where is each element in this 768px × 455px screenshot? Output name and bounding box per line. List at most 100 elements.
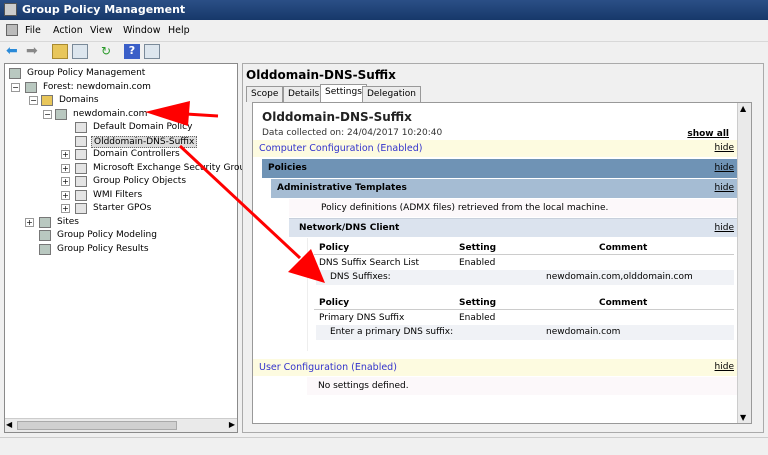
tree-item-label: Default Domain Policy bbox=[93, 122, 193, 132]
hide-link[interactable]: hide bbox=[715, 163, 734, 173]
tree-node-icon bbox=[75, 122, 87, 133]
user-config-bar: User Configuration (Enabled) hide bbox=[253, 359, 738, 376]
tree-node-icon bbox=[75, 203, 87, 214]
policy-name: DNS Suffix Search List bbox=[319, 258, 420, 268]
tree-item-label: WMI Filters bbox=[93, 189, 143, 200]
help-icon[interactable]: ? bbox=[124, 44, 140, 59]
horizontal-scrollbar[interactable]: ◀ ▶ bbox=[5, 418, 237, 432]
expand-icon[interactable]: + bbox=[61, 177, 70, 186]
col-policy: Policy bbox=[319, 243, 350, 253]
menu-action[interactable]: Action bbox=[53, 25, 83, 36]
network-dns-bar: Network/DNS Client hide bbox=[289, 218, 738, 237]
tree-node-icon bbox=[9, 68, 21, 79]
back-icon[interactable]: ⬅ bbox=[6, 44, 22, 59]
scroll-left-icon[interactable]: ◀ bbox=[6, 420, 12, 429]
scroll-down-icon[interactable]: ▼ bbox=[740, 413, 746, 422]
settings-report: Olddomain-DNS-Suffix Data collected on: … bbox=[252, 102, 752, 424]
tree-item[interactable]: − Domains bbox=[5, 94, 237, 107]
tree-item[interactable]: + Sites bbox=[5, 216, 237, 229]
toolbar: ⬅ ➡ ↻ ? bbox=[0, 42, 768, 62]
policy-defs-row: Policy definitions (ADMX files) retrieve… bbox=[289, 199, 738, 217]
policy-setting: Enabled bbox=[459, 258, 496, 268]
subrow-value: newdomain.com bbox=[546, 327, 621, 337]
show-hide-tree-icon[interactable] bbox=[72, 44, 88, 59]
scroll-right-icon[interactable]: ▶ bbox=[229, 420, 235, 429]
tree-item[interactable]: + Domain Controllers bbox=[5, 148, 237, 161]
forward-icon[interactable]: ➡ bbox=[26, 44, 42, 59]
hide-link[interactable]: hide bbox=[715, 143, 734, 153]
tree-item-label: Forest: newdomain.com bbox=[43, 81, 151, 92]
policies-bar: Policies hide bbox=[262, 159, 738, 178]
expand-icon[interactable]: + bbox=[61, 190, 70, 200]
collapse-icon[interactable]: − bbox=[43, 109, 52, 119]
collapse-icon[interactable]: − bbox=[11, 82, 20, 92]
scroll-up-icon[interactable]: ▲ bbox=[740, 104, 746, 113]
subrow-label: Enter a primary DNS suffix: bbox=[330, 327, 454, 337]
vertical-scrollbar[interactable]: ▲ ▼ bbox=[737, 103, 751, 423]
up-folder-icon[interactable] bbox=[52, 44, 68, 59]
no-settings-text: No settings defined. bbox=[318, 381, 409, 391]
tree-item-label: Group Policy Objects bbox=[93, 176, 187, 186]
refresh-icon[interactable]: ↻ bbox=[98, 44, 114, 59]
title-bar: Group Policy Management bbox=[0, 0, 768, 20]
menu-file[interactable]: File bbox=[25, 25, 41, 36]
tree-item[interactable]: Group Policy Management bbox=[5, 67, 237, 80]
collapse-icon[interactable]: − bbox=[29, 96, 38, 105]
action-pane-icon[interactable] bbox=[144, 44, 160, 59]
expand-icon[interactable]: + bbox=[25, 217, 34, 227]
hide-link[interactable]: hide bbox=[715, 223, 734, 233]
policies-label: Policies bbox=[268, 163, 307, 173]
computer-config-label[interactable]: Computer Configuration (Enabled) bbox=[259, 143, 423, 154]
col-setting: Setting bbox=[459, 243, 497, 253]
window-title: Group Policy Management bbox=[22, 3, 186, 16]
expand-icon[interactable]: + bbox=[61, 163, 70, 173]
tree-item[interactable]: Olddomain-DNS-Suffix bbox=[5, 135, 237, 148]
tree-item[interactable]: + Microsoft Exchange Security Groups bbox=[5, 162, 256, 175]
policy-name: Primary DNS Suffix bbox=[319, 313, 405, 323]
tree-node-icon bbox=[39, 230, 51, 241]
tree-item[interactable]: Group Policy Results bbox=[5, 243, 237, 256]
tree-item[interactable]: + WMI Filters bbox=[5, 189, 237, 202]
expand-icon[interactable]: + bbox=[61, 204, 70, 213]
menu-bar: File Action View Window Help _ ❐ ✕ bbox=[0, 20, 768, 57]
tree-item[interactable]: Group Policy Modeling bbox=[5, 229, 237, 242]
tree-node-icon bbox=[75, 162, 87, 174]
admin-templates-bar: Administrative Templates hide bbox=[271, 179, 738, 198]
tree-item[interactable]: + Starter GPOs bbox=[5, 202, 237, 215]
menu-window[interactable]: Window bbox=[123, 25, 160, 36]
tab-details[interactable]: Details bbox=[283, 86, 325, 102]
col-comment: Comment bbox=[599, 298, 648, 308]
show-all-link[interactable]: show all bbox=[687, 129, 729, 139]
expand-icon[interactable]: + bbox=[61, 150, 70, 159]
policy-setting: Enabled bbox=[459, 313, 496, 323]
tree-pane: Group Policy Management − Forest: newdomai… bbox=[4, 63, 256, 433]
scroll-thumb[interactable] bbox=[17, 421, 177, 430]
subrow-label: DNS Suffixes: bbox=[330, 272, 391, 282]
tree-item[interactable]: − newdomain.com bbox=[5, 108, 237, 121]
tree-node-icon bbox=[75, 189, 87, 201]
tree-item[interactable]: Default Domain Policy bbox=[5, 121, 237, 134]
menu-icon bbox=[6, 24, 18, 36]
tree-item[interactable]: − Forest: newdomain.com bbox=[5, 81, 237, 94]
tab-scope[interactable]: Scope bbox=[246, 86, 284, 102]
menu-help[interactable]: Help bbox=[168, 25, 190, 36]
tree-node-icon bbox=[25, 81, 37, 93]
data-collected: Data collected on: 24/04/2017 10:20:40 bbox=[262, 128, 443, 138]
tree-node-icon bbox=[75, 176, 87, 187]
user-config-label[interactable]: User Configuration (Enabled) bbox=[259, 362, 397, 373]
network-dns-label: Network/DNS Client bbox=[299, 223, 400, 233]
tree-item-label: Group Policy Results bbox=[57, 243, 149, 254]
col-comment: Comment bbox=[599, 243, 648, 253]
report-title: Olddomain-DNS-Suffix bbox=[262, 110, 412, 124]
tree-item-label: Starter GPOs bbox=[93, 203, 152, 213]
tab-settings[interactable]: Settings bbox=[320, 84, 367, 102]
menu-view[interactable]: View bbox=[90, 25, 113, 36]
computer-config-bar: Computer Configuration (Enabled) hide bbox=[253, 140, 738, 157]
hide-link[interactable]: hide bbox=[715, 362, 734, 372]
policy-defs-text: Policy definitions (ADMX files) retrieve… bbox=[321, 203, 609, 213]
hide-link[interactable]: hide bbox=[715, 183, 734, 193]
tree-item[interactable]: + Group Policy Objects bbox=[5, 175, 237, 188]
policy-subrow: DNS Suffixes: newdomain.com,olddomain.co… bbox=[316, 270, 734, 285]
tree-item-label: Olddomain-DNS-Suffix bbox=[91, 135, 198, 148]
tab-delegation[interactable]: Delegation bbox=[362, 86, 421, 102]
